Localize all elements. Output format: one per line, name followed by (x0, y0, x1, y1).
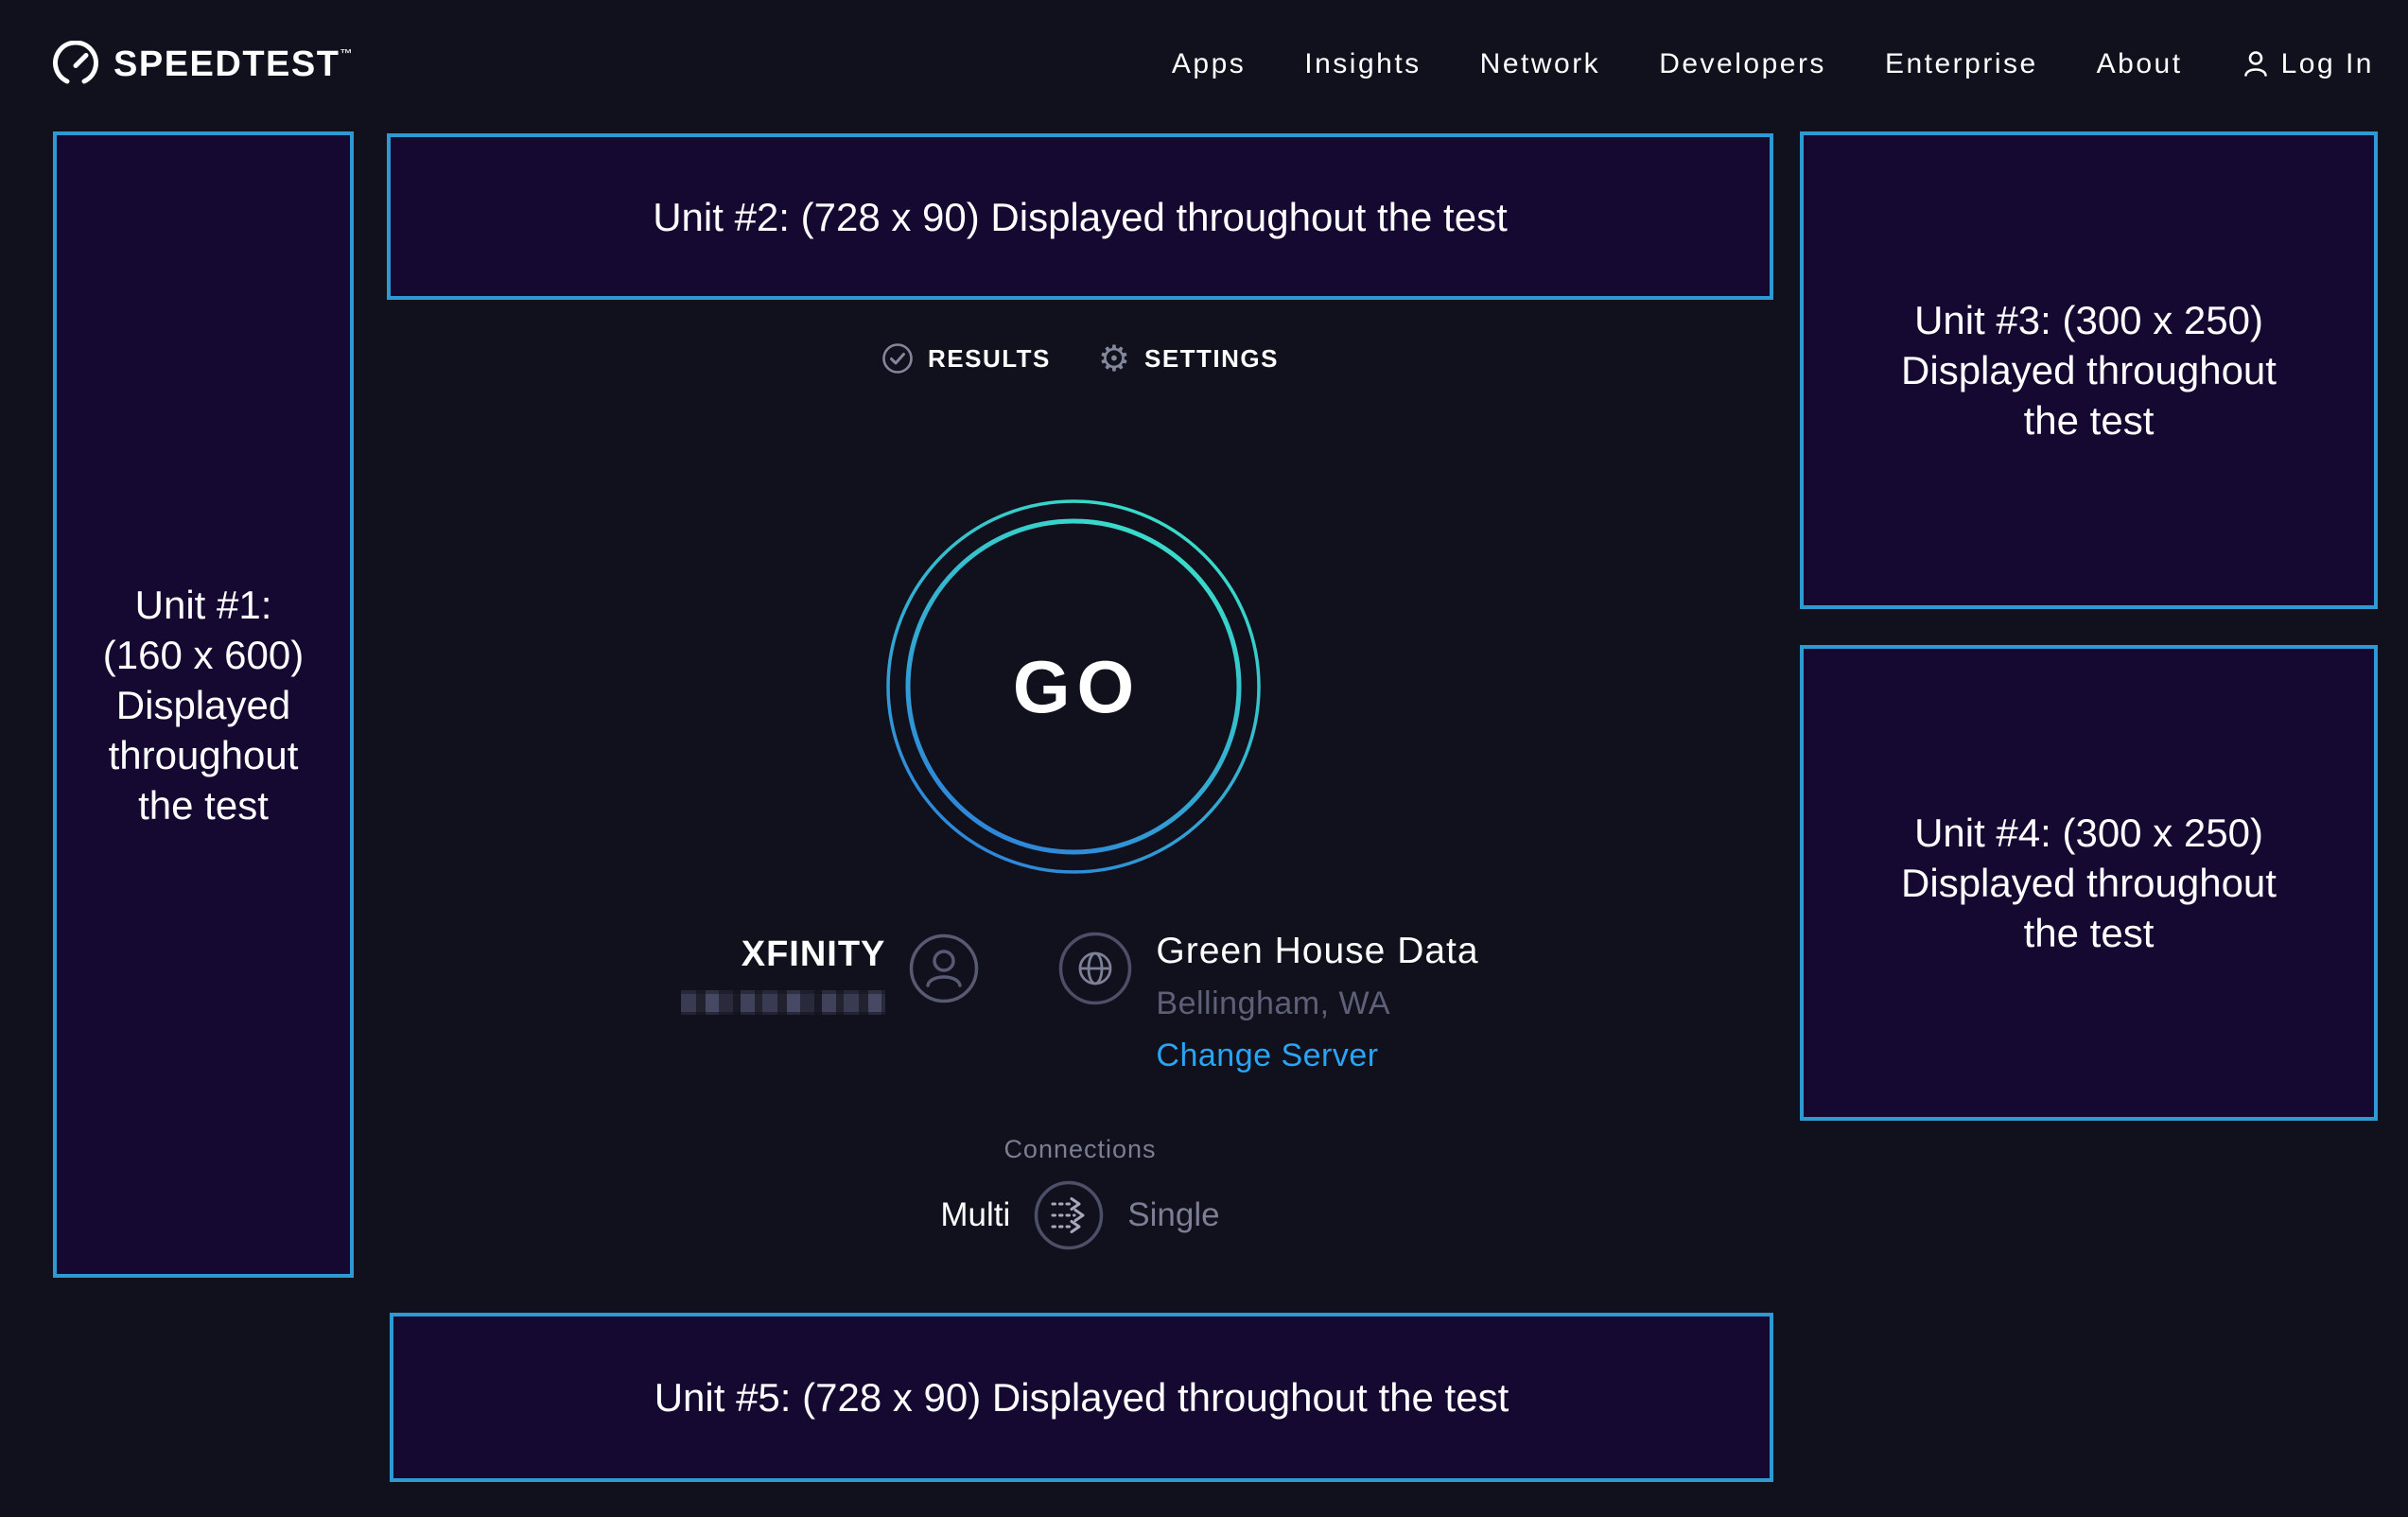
tab-settings[interactable]: ⚙ SETTINGS (1098, 340, 1279, 376)
nav-item-about[interactable]: About (2097, 48, 2183, 80)
ad-unit-text: Unit #1: (135, 580, 272, 630)
ad-unit-text: the test (2024, 395, 2155, 445)
ad-unit-2-leaderboard[interactable]: Unit #2: (728 x 90) Displayed throughout… (387, 133, 1773, 300)
tab-results[interactable]: RESULTS (881, 342, 1051, 375)
nav-item-developers[interactable]: Developers (1659, 48, 1826, 80)
speedtest-logo[interactable]: SPEEDTEST™ (52, 41, 354, 88)
server-info: Green House Data Bellingham, WA Change S… (1156, 931, 1478, 1074)
connections-single-option[interactable]: Single (1127, 1196, 1219, 1234)
ad-unit-text: Unit #2: (728 x 90) Displayed throughout… (653, 192, 1508, 242)
ad-unit-4-rectangle[interactable]: Unit #4: (300 x 250) Displayed throughou… (1800, 645, 2378, 1121)
gear-icon: ⚙ (1098, 340, 1130, 376)
check-circle-icon (881, 342, 914, 375)
go-button[interactable]: GO (884, 497, 1263, 876)
logo-text: SPEEDTEST™ (113, 44, 354, 85)
login-label: Log In (2281, 48, 2374, 80)
connection-details: XFINITY Green House Data Bellingh (387, 931, 1773, 1074)
results-label: RESULTS (928, 344, 1051, 374)
isp-info: XFINITY (681, 931, 885, 1020)
trademark-mark: ™ (340, 46, 354, 61)
speedtest-page: SPEEDTEST™ Apps Insights Network Develop… (0, 0, 2408, 1517)
ad-unit-text: the test (138, 780, 269, 830)
gauge-logo-icon (52, 41, 99, 88)
ip-address-redacted (681, 990, 885, 1015)
user-icon (2242, 49, 2270, 79)
ad-unit-text: the test (2024, 908, 2155, 958)
header: SPEEDTEST™ Apps Insights Network Develop… (0, 0, 2408, 129)
login-button[interactable]: Log In (2242, 48, 2374, 80)
ad-unit-text: Unit #4: (300 x 250) (1914, 808, 2263, 858)
ad-unit-text: Unit #3: (300 x 250) (1914, 295, 2263, 345)
connections-label: Connections (387, 1135, 1773, 1164)
nav-item-network[interactable]: Network (1480, 48, 1601, 80)
isp-name: XFINITY (681, 934, 885, 975)
settings-label: SETTINGS (1144, 344, 1279, 374)
main-nav: Apps Insights Network Developers Enterpr… (1172, 48, 2374, 80)
ad-unit-text: Displayed (116, 680, 290, 730)
ad-unit-text: (160 x 600) (103, 630, 304, 680)
connections-toggle: Multi Single (387, 1179, 1773, 1251)
ad-unit-text: Unit #5: (728 x 90) Displayed throughout… (654, 1372, 1509, 1422)
server-name: Green House Data (1156, 931, 1478, 972)
ad-unit-3-rectangle[interactable]: Unit #3: (300 x 250) Displayed throughou… (1800, 131, 2378, 609)
ad-unit-1-skyscraper[interactable]: Unit #1: (160 x 600) Displayed throughou… (53, 131, 354, 1278)
ad-unit-text: Displayed throughout (1901, 345, 2277, 395)
multi-connections-arrows-icon[interactable] (1033, 1179, 1105, 1251)
nav-item-insights[interactable]: Insights (1304, 48, 1421, 80)
ad-unit-5-leaderboard[interactable]: Unit #5: (728 x 90) Displayed throughout… (390, 1313, 1773, 1482)
server-globe-icon (1057, 931, 1133, 1006)
view-tabs: RESULTS ⚙ SETTINGS (387, 340, 1773, 376)
server-location: Bellingham, WA (1156, 985, 1478, 1022)
isp-person-icon (908, 933, 980, 1004)
ad-unit-text: throughout (109, 730, 299, 780)
connections-multi-option[interactable]: Multi (940, 1196, 1010, 1234)
go-label: GO (884, 497, 1263, 876)
change-server-link[interactable]: Change Server (1156, 1037, 1378, 1074)
ad-unit-text: Displayed throughout (1901, 858, 2277, 908)
nav-item-enterprise[interactable]: Enterprise (1885, 48, 2038, 80)
nav-item-apps[interactable]: Apps (1172, 48, 1246, 80)
connections-section: Connections Multi Single (387, 1135, 1773, 1251)
